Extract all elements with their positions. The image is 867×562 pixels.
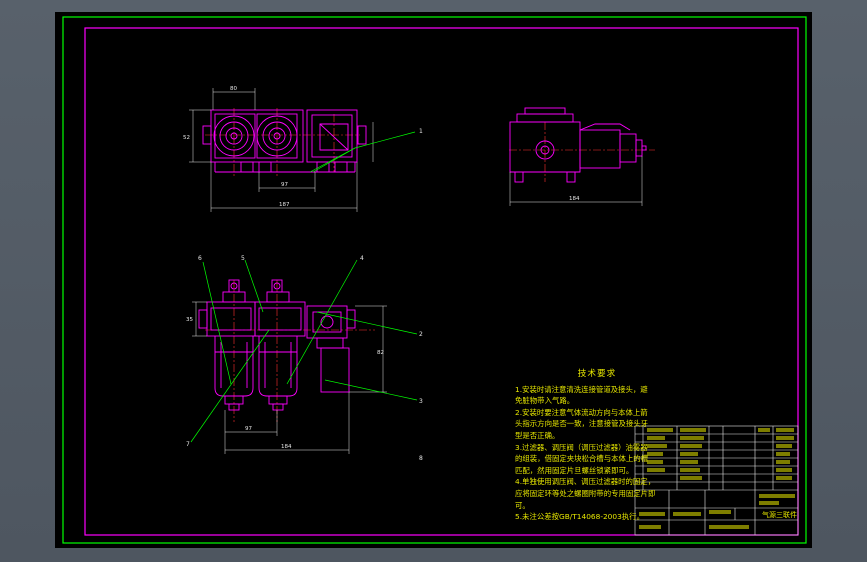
dim-front-height: 35	[186, 317, 193, 323]
callout-5: 5	[241, 255, 245, 262]
note-line: 2.安装时要注意气体流动方向与本体上箭	[515, 407, 648, 417]
note-line: 型是否正确。	[515, 430, 560, 440]
inner-frame	[84, 27, 799, 536]
top-view-leader	[309, 131, 416, 173]
callout-6: 6	[198, 255, 202, 262]
drawing-stroke	[320, 315, 334, 329]
drawing-stroke	[776, 444, 792, 448]
note-line: 匹配，然用固定片旦螺丝锁紧即可。	[515, 465, 634, 475]
drawing-stroke	[759, 501, 779, 505]
drawing-stroke	[709, 510, 731, 514]
callout-4: 4	[360, 255, 364, 262]
drawing-stroke	[258, 161, 272, 173]
drawing-stroke	[524, 107, 566, 115]
drawing-stroke	[619, 133, 637, 163]
drawing-stroke	[639, 525, 661, 529]
drawing-stroke	[254, 301, 306, 337]
drawing-stroke	[320, 347, 350, 393]
notes-title: 技术要求	[577, 369, 617, 379]
callout-1: 1	[419, 128, 423, 135]
note-line: 3.过滤器、调压阀（调压过滤器）油雾器	[515, 442, 648, 452]
drawing-stroke	[566, 171, 576, 183]
note-line: 4.单独使用调压阀、调压过滤器时的固定，	[515, 477, 656, 487]
dim-top-height: 52	[183, 135, 190, 141]
drawing-stroke	[312, 147, 356, 173]
note-line: 可。	[515, 500, 530, 510]
callout-7: 7	[186, 441, 190, 448]
drawing-stroke	[206, 301, 256, 337]
drawing-stroke	[514, 171, 524, 183]
drawing-stroke	[190, 329, 270, 443]
drawing-stroke	[309, 131, 416, 173]
callout-2: 2	[419, 331, 423, 338]
drawing-stroke	[268, 395, 288, 405]
cad-viewport[interactable]: 80 52 97 187 1 184 35 82 97 184 2 3 4 5 …	[0, 0, 867, 562]
front-view	[198, 279, 375, 422]
drawing-stroke	[324, 379, 418, 401]
note-line: 1.安装时请注意清洗连接管道及接头，避	[515, 384, 648, 394]
drawing-stroke	[205, 108, 360, 178]
dim-top-bottom1: 97	[281, 182, 288, 188]
drawing-stroke	[776, 468, 792, 472]
drawing-stroke	[776, 436, 794, 440]
drawing-sheet: 80 52 97 187 1 184 35 82 97 184 2 3 4 5 …	[55, 12, 812, 548]
drawing-stroke	[776, 460, 790, 464]
top-view	[202, 108, 367, 178]
drawing-stroke	[641, 145, 647, 151]
drawing-stroke	[198, 309, 208, 329]
drawing-stroke	[258, 307, 302, 331]
note-line: 5.未注公差按GB/T14068-2003执行。	[515, 512, 644, 522]
drawing-stroke	[316, 311, 418, 335]
note-line: 的组装，借固定夹块松合槽与本体上的槽	[515, 454, 649, 464]
drawing-stroke	[210, 307, 252, 331]
drawing-stroke	[635, 139, 643, 157]
drawing-stroke	[334, 161, 348, 173]
drawing-stroke	[312, 311, 342, 333]
drawing-stroke	[776, 476, 792, 480]
drawing-stroke	[579, 129, 621, 169]
drawing-stroke	[709, 525, 749, 529]
side-view	[509, 107, 655, 183]
dim-front-bottom2: 184	[281, 444, 292, 450]
drawing-stroke	[306, 109, 358, 163]
drawing-stroke	[286, 259, 358, 385]
dim-right-bottom: 184	[569, 196, 580, 202]
outer-border	[62, 16, 807, 544]
drawing-title: 气源三联件	[762, 510, 797, 519]
drawing-canvas: 80 52 97 187 1 184 35 82 97 184 2 3 4 5 …	[62, 16, 807, 544]
drawing-stroke	[205, 280, 375, 422]
drawing-stroke	[266, 291, 290, 303]
front-view-callouts: 2 3 4 5 6 7	[186, 255, 423, 448]
dim-top-width: 80	[230, 86, 237, 92]
note-line: 头指示方向是否一致，注意接管及接头牙	[515, 419, 649, 429]
drawing-stroke	[316, 337, 344, 349]
drawing-stroke	[240, 161, 254, 173]
drawing-stroke	[759, 494, 795, 498]
dim-top-bottom2: 187	[279, 202, 290, 208]
drawing-stroke	[516, 113, 574, 123]
drawing-stroke	[776, 428, 794, 432]
drawing-stroke	[776, 452, 790, 456]
note-line: 应将固定环等处之螺圈附带的专用固定片即	[515, 488, 656, 498]
drawing-stroke	[311, 114, 353, 158]
callout-3: 3	[419, 398, 423, 405]
top-view-dim-text: 80 52 97 187	[183, 86, 290, 208]
dim-front-bottom1: 97	[245, 426, 252, 432]
dim-front-right: 82	[377, 350, 384, 356]
front-view-dim-text: 35 82 97 184	[186, 317, 384, 450]
drawing-stroke	[509, 122, 655, 182]
technical-notes: 技术要求 1.安装时请注意清洗连接管道及接头，避 免脏物带入气路。 2.安装时要…	[515, 369, 691, 523]
drawing-stroke	[244, 259, 264, 313]
drawing-stroke	[272, 403, 284, 411]
note-line: 免脏物带入气路。	[515, 396, 575, 406]
drawing-stroke	[758, 428, 770, 432]
drawing-stroke	[579, 123, 631, 131]
